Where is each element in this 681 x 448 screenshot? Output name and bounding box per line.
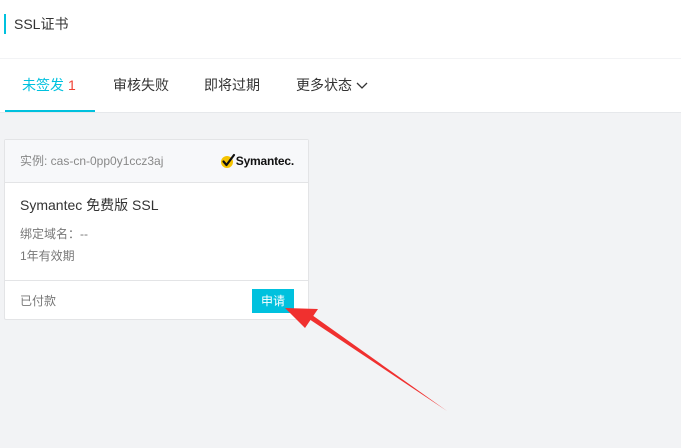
red-arrow-annotation	[285, 308, 447, 411]
